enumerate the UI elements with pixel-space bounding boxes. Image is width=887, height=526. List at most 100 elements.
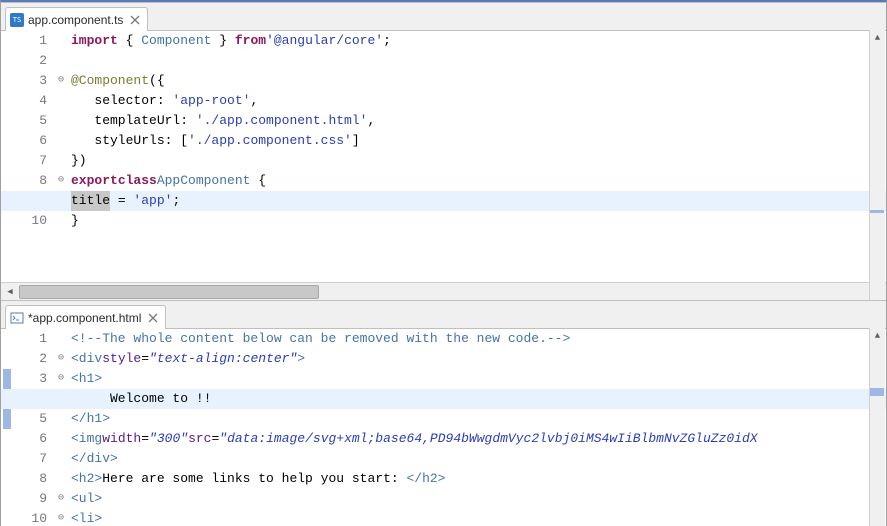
code-line[interactable]: }	[71, 211, 886, 231]
change-marker	[3, 409, 11, 429]
line-number: 9	[15, 489, 47, 509]
scrollbar-thumb[interactable]	[19, 285, 319, 299]
code-line[interactable]: Welcome to !!	[1, 389, 886, 409]
scroll-up-icon[interactable]: ▲	[870, 30, 885, 46]
line-number: 7	[15, 449, 47, 469]
line-number: 7	[15, 151, 47, 171]
fold-spacer	[55, 51, 67, 71]
line-number-gutter: 12345678910	[15, 31, 55, 282]
code-line[interactable]: selector: 'app-root',	[71, 91, 886, 111]
code-line[interactable]: <h1>	[71, 369, 886, 389]
line-number: 1	[15, 329, 47, 349]
code-line[interactable]: <img width="300" src="data:image/svg+xml…	[71, 429, 886, 449]
line-number: 6	[15, 429, 47, 449]
fold-spacer	[55, 429, 67, 449]
change-marker	[3, 349, 11, 369]
tab-bar-bottom: *app.component.html	[1, 301, 886, 329]
fold-column: ⊖⊖⊖⊖	[55, 329, 67, 526]
code-content[interactable]: import { Component } from '@angular/core…	[67, 31, 886, 282]
code-line[interactable]: @Component({	[71, 71, 886, 91]
tab-label: app.component.ts	[28, 13, 123, 27]
marker-column	[1, 329, 15, 526]
fold-spacer	[55, 449, 67, 469]
fold-toggle-icon[interactable]: ⊖	[55, 369, 67, 389]
change-marker	[3, 329, 11, 349]
change-marker	[3, 71, 11, 91]
fold-spacer	[55, 409, 67, 429]
fold-toggle-icon[interactable]: ⊖	[55, 489, 67, 509]
fold-toggle-icon[interactable]: ⊖	[55, 509, 67, 526]
line-number: 1	[15, 31, 47, 51]
code-editor-top[interactable]: 12345678910 ⊖⊖ import { Component } from…	[1, 31, 886, 282]
change-marker	[3, 91, 11, 111]
fold-toggle-icon[interactable]: ⊖	[55, 349, 67, 369]
line-number: 6	[15, 131, 47, 151]
marker-column	[1, 31, 15, 282]
scroll-left-icon[interactable]: ◀	[1, 283, 19, 301]
line-number: 2	[15, 51, 47, 71]
change-marker	[3, 211, 11, 231]
vertical-scrollbar[interactable]: ▲	[869, 328, 885, 526]
code-line[interactable]: <div style="text-align:center">	[71, 349, 886, 369]
line-number: 4	[15, 91, 47, 111]
fold-spacer	[55, 211, 67, 231]
code-line[interactable]: })	[71, 151, 886, 171]
code-line[interactable]: </h1>	[71, 409, 886, 429]
fold-spacer	[55, 469, 67, 489]
code-line[interactable]: <ul>	[71, 489, 886, 509]
tab-label: *app.component.html	[28, 311, 141, 325]
horizontal-scrollbar[interactable]: ◀ ▶	[1, 282, 886, 300]
fold-toggle-icon[interactable]: ⊖	[55, 71, 67, 91]
close-icon[interactable]	[129, 14, 141, 26]
close-icon[interactable]	[147, 312, 159, 324]
line-number: 3	[15, 369, 47, 389]
html-file-icon	[10, 311, 24, 325]
code-line[interactable]: <li>	[71, 509, 886, 526]
fold-spacer	[55, 151, 67, 171]
fold-toggle-icon[interactable]: ⊖	[55, 171, 67, 191]
typescript-file-icon: TS	[10, 13, 24, 27]
fold-spacer	[55, 131, 67, 151]
change-marker	[3, 509, 11, 526]
code-line[interactable]: export class AppComponent {	[71, 171, 886, 191]
change-marker	[3, 111, 11, 131]
code-line[interactable]: import { Component } from '@angular/core…	[71, 31, 886, 51]
fold-spacer	[55, 329, 67, 349]
code-line[interactable]: templateUrl: './app.component.html',	[71, 111, 886, 131]
tab-app-component-ts[interactable]: TS app.component.ts	[5, 7, 148, 31]
scroll-up-icon[interactable]: ▲	[870, 328, 885, 344]
vertical-scrollbar[interactable]: ▲	[869, 30, 885, 300]
change-marker	[3, 151, 11, 171]
change-marker	[3, 171, 11, 191]
code-line[interactable]: </div>	[71, 449, 886, 469]
line-number: 2	[15, 349, 47, 369]
line-number: 3	[15, 71, 47, 91]
marker-indicator	[870, 210, 884, 213]
tab-bar-top: TS app.component.ts	[1, 3, 886, 31]
code-editor-bottom[interactable]: 12345678910 ⊖⊖⊖⊖ <!--The whole content b…	[1, 329, 886, 526]
code-line[interactable]: title = 'app';	[1, 191, 886, 211]
line-number: 5	[15, 409, 47, 429]
line-number: 5	[15, 111, 47, 131]
editor-pane-top: TS app.component.ts 12345678910 ⊖⊖ impor…	[1, 2, 886, 300]
change-marker	[3, 369, 11, 389]
line-number: 10	[15, 509, 47, 526]
line-number: 8	[15, 469, 47, 489]
line-number: 8	[15, 171, 47, 191]
code-line[interactable]: <h2>Here are some links to help you star…	[71, 469, 886, 489]
marker-indicator	[870, 388, 884, 396]
editor-pane-bottom: *app.component.html 12345678910 ⊖⊖⊖⊖ <!-…	[1, 300, 886, 526]
change-marker	[3, 31, 11, 51]
code-line[interactable]: styleUrls: ['./app.component.css']	[71, 131, 886, 151]
change-marker	[3, 429, 11, 449]
line-number-gutter: 12345678910	[15, 329, 55, 526]
fold-spacer	[55, 111, 67, 131]
code-content[interactable]: <!--The whole content below can be remov…	[67, 329, 886, 526]
code-line[interactable]	[71, 51, 886, 71]
fold-spacer	[55, 91, 67, 111]
tab-app-component-html[interactable]: *app.component.html	[5, 305, 166, 329]
code-line[interactable]: <!--The whole content below can be remov…	[71, 329, 886, 349]
fold-spacer	[55, 31, 67, 51]
fold-column: ⊖⊖	[55, 31, 67, 282]
change-marker	[3, 131, 11, 151]
